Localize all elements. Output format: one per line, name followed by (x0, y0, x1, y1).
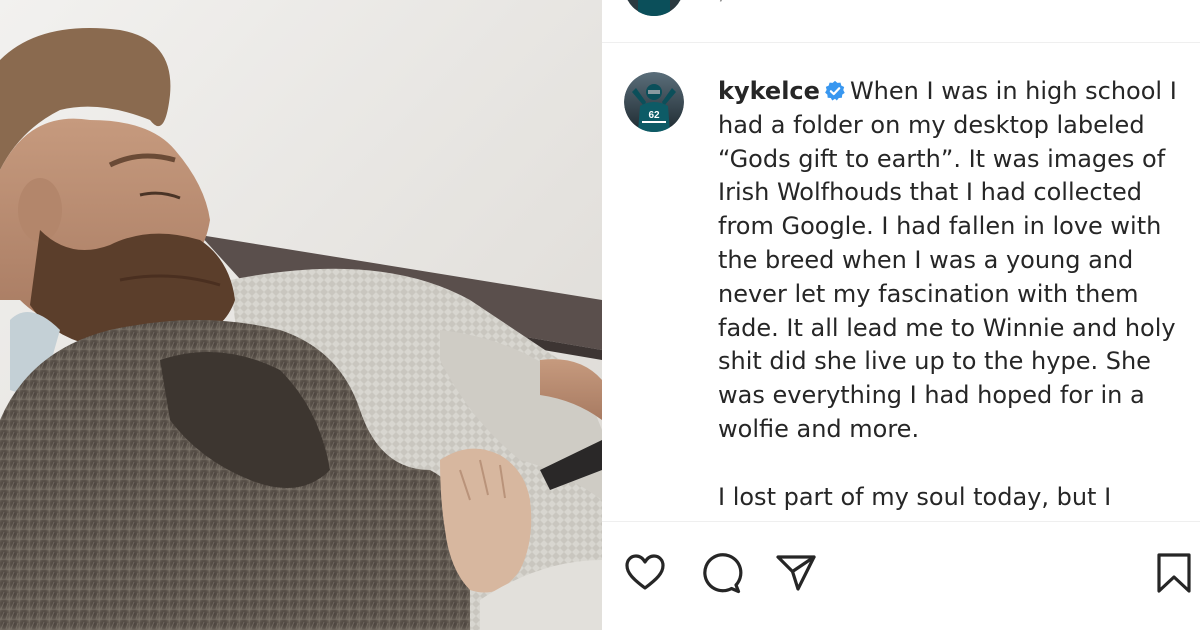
share-button[interactable] (774, 551, 818, 595)
verified-badge-icon (825, 80, 845, 101)
actions-divider (602, 521, 1200, 522)
caption-text-1: When I was in high school I had a folder… (718, 77, 1177, 443)
comment-icon (703, 553, 743, 594)
post-photo-image (0, 0, 602, 630)
bookmark-icon (1157, 553, 1191, 593)
caption-avatar[interactable]: 62 (624, 72, 684, 132)
post-caption: kykelce When I was in high school I had a… (718, 75, 1178, 518)
heart-icon (625, 554, 665, 590)
send-icon (776, 555, 816, 591)
like-button[interactable] (623, 551, 667, 595)
post-photo[interactable] (0, 0, 602, 630)
profile-avatar-icon (627, 0, 681, 16)
comment-button[interactable] (699, 551, 743, 595)
author-username[interactable]: kykelce (718, 77, 820, 105)
caption-paragraph-gap (718, 447, 1178, 481)
caption-paragraph-1: kykelce When I was in high school I had a… (718, 75, 1178, 447)
header-avatar[interactable] (624, 0, 684, 16)
jersey-number: 62 (648, 110, 660, 121)
caption-paragraph-2: I lost part of my soul today, but I know… (718, 482, 1112, 518)
profile-avatar-icon: 62 (624, 72, 684, 132)
header-divider (602, 42, 1200, 43)
save-button[interactable] (1152, 551, 1196, 595)
post-detail-panel: ‚ 62 kykelceWhen I was in high scho (602, 0, 1200, 630)
